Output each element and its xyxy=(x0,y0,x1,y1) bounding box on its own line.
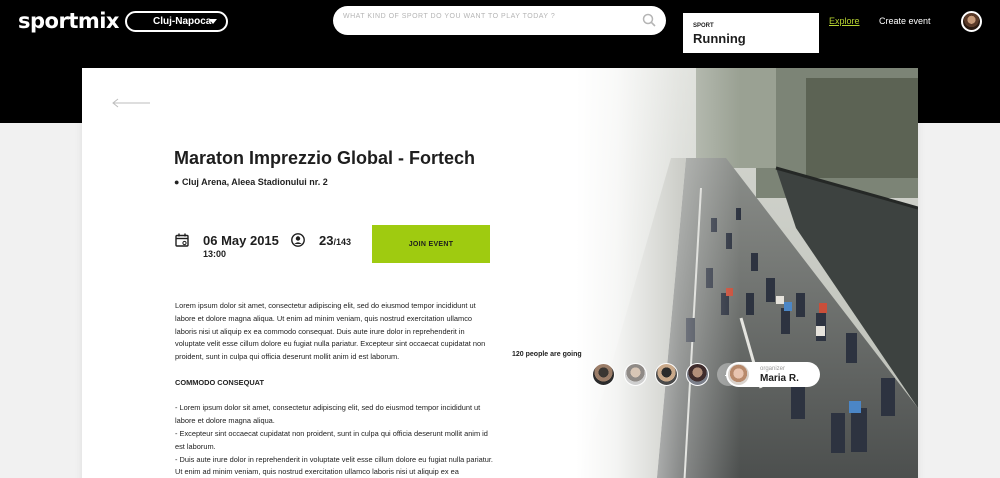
participants-count: 23/143 xyxy=(319,233,351,248)
description-bullet: - Excepteur sint occaecat cupidatat non … xyxy=(175,428,488,451)
sport-name: Running xyxy=(693,31,746,46)
participants-current: 23 xyxy=(319,233,334,248)
people-going-count: 120 people are going xyxy=(512,351,582,358)
event-photo xyxy=(576,68,918,478)
calendar-icon xyxy=(175,233,189,247)
person-icon xyxy=(291,233,305,247)
event-date: 06 May 2015 xyxy=(203,233,279,248)
city-select[interactable]: Cluj-Napoca xyxy=(125,11,228,32)
attendee-avatar[interactable] xyxy=(686,363,709,386)
sportmix-logo[interactable]: sportmix xyxy=(18,9,119,33)
attendee-avatar[interactable] xyxy=(592,363,615,386)
back-arrow-icon[interactable] xyxy=(112,98,152,108)
organizer-avatar xyxy=(728,364,749,385)
event-card: Maraton Imprezzio Global - Fortech ● Clu… xyxy=(82,68,918,478)
attendee-avatar[interactable] xyxy=(624,363,647,386)
location-dot-icon: ● xyxy=(174,177,182,187)
nav-create-event-link[interactable]: Create event xyxy=(879,16,931,26)
join-event-button[interactable]: JOIN EVENT xyxy=(372,225,490,263)
event-description: Lorem ipsum dolor sit amet, consectetur … xyxy=(175,300,493,478)
organizer-chip[interactable]: organizer Maria R. xyxy=(726,362,820,387)
event-title: Maraton Imprezzio Global - Fortech xyxy=(174,148,476,168)
sport-tag: SPORT Running xyxy=(683,13,819,53)
city-select-value: Cluj-Napoca xyxy=(153,16,212,27)
event-location: ● Cluj Arena, Aleea Stadionului nr. 2 xyxy=(174,177,328,187)
description-bullet: - Lorem ipsum dolor sit amet, consectetu… xyxy=(175,403,481,426)
caret-down-icon xyxy=(209,19,217,24)
nav-explore-link[interactable]: Explore xyxy=(829,16,860,26)
organizer-label: organizer xyxy=(760,366,786,372)
event-time: 13:00 xyxy=(203,249,227,259)
description-subheading: COMMODO CONSEQUAT xyxy=(175,377,264,387)
event-location-text: Cluj Arena, Aleea Stadionului nr. 2 xyxy=(181,177,328,187)
sport-label: SPORT xyxy=(693,23,714,29)
attendee-avatar[interactable] xyxy=(655,363,678,386)
search-bar xyxy=(333,6,666,35)
search-input[interactable] xyxy=(343,13,633,20)
participants-capacity: /143 xyxy=(333,237,351,247)
description-paragraph: Lorem ipsum dolor sit amet, consectetur … xyxy=(175,301,486,362)
user-avatar[interactable] xyxy=(961,11,982,32)
photo-fade-overlay xyxy=(576,68,918,478)
organizer-name: Maria R. xyxy=(760,373,799,384)
description-bullet: - Duis aute irure dolor in reprehenderit… xyxy=(175,454,493,477)
search-icon[interactable] xyxy=(642,13,656,27)
